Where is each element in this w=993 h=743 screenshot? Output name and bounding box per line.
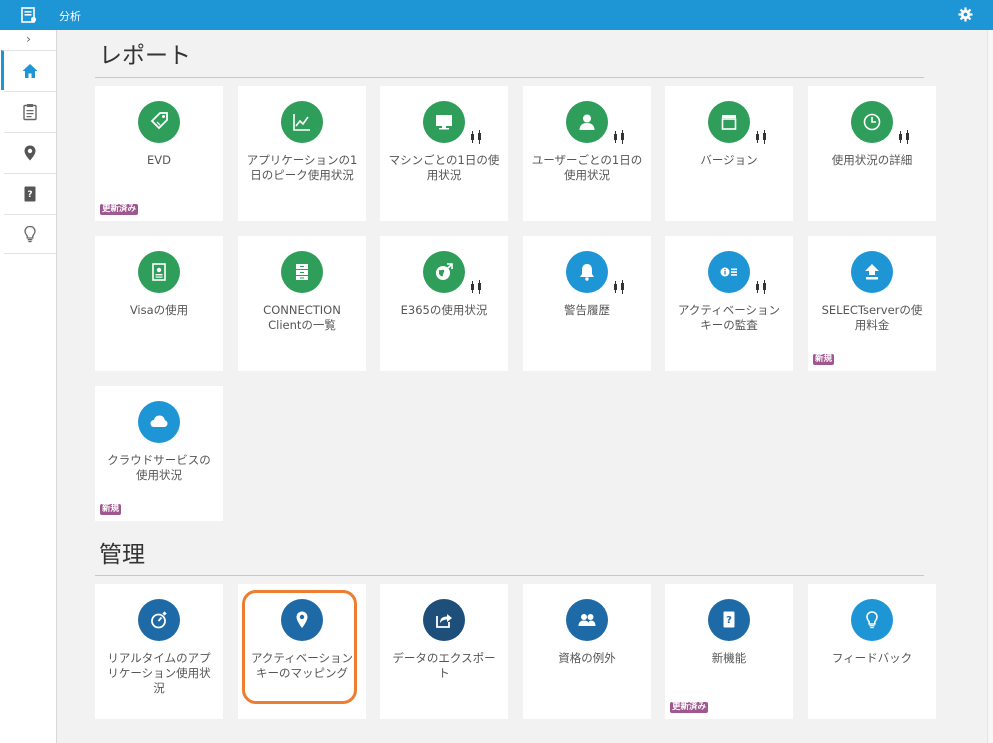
tile-label: 警告履歴 <box>564 303 610 317</box>
tile-label: 使用状況の詳細 <box>831 153 913 167</box>
tile-visa-usage[interactable]: Visaの使用 <box>95 236 223 371</box>
section-divider <box>95 77 924 78</box>
sidebar-item-reports[interactable] <box>4 91 56 131</box>
sidebar: › ? <box>0 30 57 743</box>
app-header: 分析 <box>0 0 993 30</box>
tag-icon <box>138 101 180 143</box>
sidebar-item-home[interactable] <box>1 50 56 90</box>
sidebar-item-help[interactable]: ? <box>4 173 56 213</box>
tile-label: Visaの使用 <box>129 303 189 317</box>
export-icon <box>423 599 465 641</box>
report-app-icon[interactable] <box>21 7 37 23</box>
tile-evd[interactable]: EVD 更新済み <box>95 86 223 221</box>
tile-label: CONNECTION Clientの一覧 <box>263 303 341 332</box>
tile-data-export[interactable]: データのエクスポート <box>380 584 508 719</box>
section-title-admin: 管理 <box>99 542 145 568</box>
tile-realtime-app-usage[interactable]: リアルタイムのアプリケーション使用状況 <box>95 584 223 719</box>
map-pin-icon <box>24 145 36 160</box>
chart-line-icon <box>281 101 323 143</box>
stopwatch-icon <box>138 599 180 641</box>
bell-icon <box>566 251 608 293</box>
tile-label: データのエクスポート <box>392 651 496 680</box>
candlestick-icon <box>471 280 481 294</box>
vertical-scrollbar[interactable] <box>987 30 993 743</box>
sidebar-item-location[interactable] <box>4 132 56 172</box>
tile-feedback[interactable]: フィードバック <box>808 584 936 719</box>
status-badge: 新規 <box>100 504 122 515</box>
users-icon <box>566 599 608 641</box>
question-book-icon: ? <box>24 186 36 201</box>
candlestick-icon <box>899 130 909 144</box>
candlestick-icon <box>756 280 766 294</box>
tile-new-features[interactable]: ? 新機能 更新済み <box>665 584 793 719</box>
tile-label: EVD <box>147 153 171 167</box>
clipboard-icon <box>23 103 37 120</box>
globe-icon <box>423 251 465 293</box>
candlestick-icon <box>471 130 481 144</box>
tile-usage-detail[interactable]: 使用状況の詳細 <box>808 86 936 221</box>
upload-icon <box>851 251 893 293</box>
tile-e365-usage[interactable]: E365の使用状況 <box>380 236 508 371</box>
candlestick-icon <box>614 130 624 144</box>
id-card-icon <box>138 251 180 293</box>
tile-entitlement-exceptions[interactable]: 資格の例外 <box>523 584 651 719</box>
question-book-icon: ? <box>708 599 750 641</box>
app-title: 分析 <box>59 10 81 23</box>
monitor-icon <box>423 101 465 143</box>
tile-machine-daily[interactable]: マシンごとの1日の使用状況 <box>380 86 508 221</box>
tile-user-daily[interactable]: ユーザーごとの1日の使用状況 <box>523 86 651 221</box>
svg-text:?: ? <box>27 190 32 200</box>
sidebar-item-ideas[interactable] <box>4 214 56 254</box>
tile-label: リアルタイムのアプリケーション使用状況 <box>107 651 211 695</box>
sidebar-expand-button[interactable]: › <box>0 30 57 48</box>
candlestick-icon <box>756 130 766 144</box>
tile-label: アプリケーションの1日のピーク使用状況 <box>246 153 358 182</box>
gear-icon[interactable] <box>958 7 973 22</box>
lightbulb-icon <box>24 225 36 243</box>
tile-label: マシンごとの1日の使用状況 <box>388 153 500 182</box>
tile-cloud-service-usage[interactable]: クラウドサービスの使用状況 新規 <box>95 386 223 521</box>
section-title-reports: レポート <box>99 43 191 69</box>
status-badge: 更新済み <box>100 204 139 215</box>
svg-text:?: ? <box>726 615 732 626</box>
tile-app-daily-peak[interactable]: アプリケーションの1日のピーク使用状況 <box>238 86 366 221</box>
section-divider <box>95 575 924 576</box>
tile-connection-clients[interactable]: CONNECTION Clientの一覧 <box>238 236 366 371</box>
status-badge: 新規 <box>813 354 835 365</box>
tile-label: 新機能 <box>711 651 747 665</box>
info-list-icon <box>708 251 750 293</box>
tile-label: ユーザーごとの1日の使用状況 <box>531 153 643 182</box>
candlestick-icon <box>614 280 624 294</box>
tile-label: フィードバック <box>831 651 913 665</box>
drawers-icon <box>281 251 323 293</box>
tile-label: バージョン <box>700 153 758 167</box>
home-icon <box>22 63 38 78</box>
tile-label: アクティベーションキーの監査 <box>677 303 780 332</box>
tile-version[interactable]: バージョン <box>665 86 793 221</box>
lightbulb-icon <box>851 599 893 641</box>
user-icon <box>566 101 608 143</box>
tile-selectserver-fee[interactable]: SELECTserverの使用料金 新規 <box>808 236 936 371</box>
highlight-outline <box>242 590 357 704</box>
archive-icon <box>708 101 750 143</box>
tile-label: E365の使用状況 <box>400 303 488 317</box>
tile-alert-history[interactable]: 警告履歴 <box>523 236 651 371</box>
clock-icon <box>851 101 893 143</box>
tile-label: クラウドサービスの使用状況 <box>107 453 211 482</box>
status-badge: 更新済み <box>670 702 709 713</box>
tile-label: SELECTserverの使用料金 <box>821 303 923 332</box>
tile-label: 資格の例外 <box>558 651 616 665</box>
tile-activation-key-audit[interactable]: アクティベーションキーの監査 <box>665 236 793 371</box>
cloud-icon <box>138 401 180 443</box>
